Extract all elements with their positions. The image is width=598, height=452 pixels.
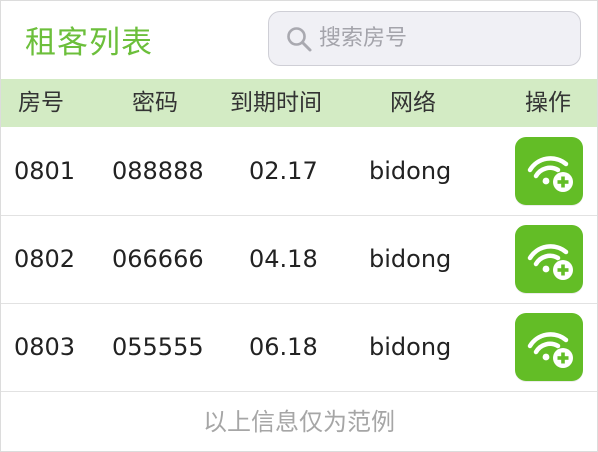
password: 088888 <box>112 157 204 185</box>
room-number: 0802 <box>14 245 76 273</box>
add-wifi-button[interactable] <box>515 313 583 381</box>
column-header-network: 网络 <box>390 90 436 116</box>
table-header: 房号 密码 到期时间 网络 操作 <box>1 79 597 127</box>
table-row: 0803 055555 06.18 bidong <box>1 303 597 392</box>
page-title: 租客列表 <box>25 25 153 61</box>
expiry-date: 06.18 <box>249 333 318 361</box>
column-header-room: 房号 <box>18 90 64 116</box>
add-wifi-button[interactable] <box>515 137 583 205</box>
footer-note: 以上信息仅为范例 <box>203 408 395 436</box>
search-box[interactable] <box>268 11 581 66</box>
room-number: 0801 <box>14 157 76 185</box>
table-row: 0802 066666 04.18 bidong <box>1 215 597 304</box>
password: 066666 <box>112 245 204 273</box>
search-input[interactable] <box>319 26 559 51</box>
expiry-date: 04.18 <box>249 245 318 273</box>
room-number: 0803 <box>14 333 76 361</box>
page-header: 租客列表 <box>1 1 597 79</box>
table-row: 0801 088888 02.17 bidong <box>1 127 597 216</box>
column-header-action: 操作 <box>525 90 571 116</box>
tenant-list-panel: 租客列表 房号 密码 到期时间 网络 操作 0801 088888 02.17 … <box>0 0 598 452</box>
search-icon <box>287 26 312 51</box>
wifi-add-icon <box>527 332 573 368</box>
network-name: bidong <box>369 333 452 361</box>
expiry-date: 02.17 <box>249 157 318 185</box>
wifi-add-icon <box>527 244 573 280</box>
password: 055555 <box>112 333 204 361</box>
add-wifi-button[interactable] <box>515 225 583 293</box>
wifi-add-icon <box>527 156 573 192</box>
network-name: bidong <box>369 245 452 273</box>
column-header-expiry: 到期时间 <box>230 90 322 116</box>
network-name: bidong <box>369 157 452 185</box>
column-header-password: 密码 <box>132 90 178 116</box>
